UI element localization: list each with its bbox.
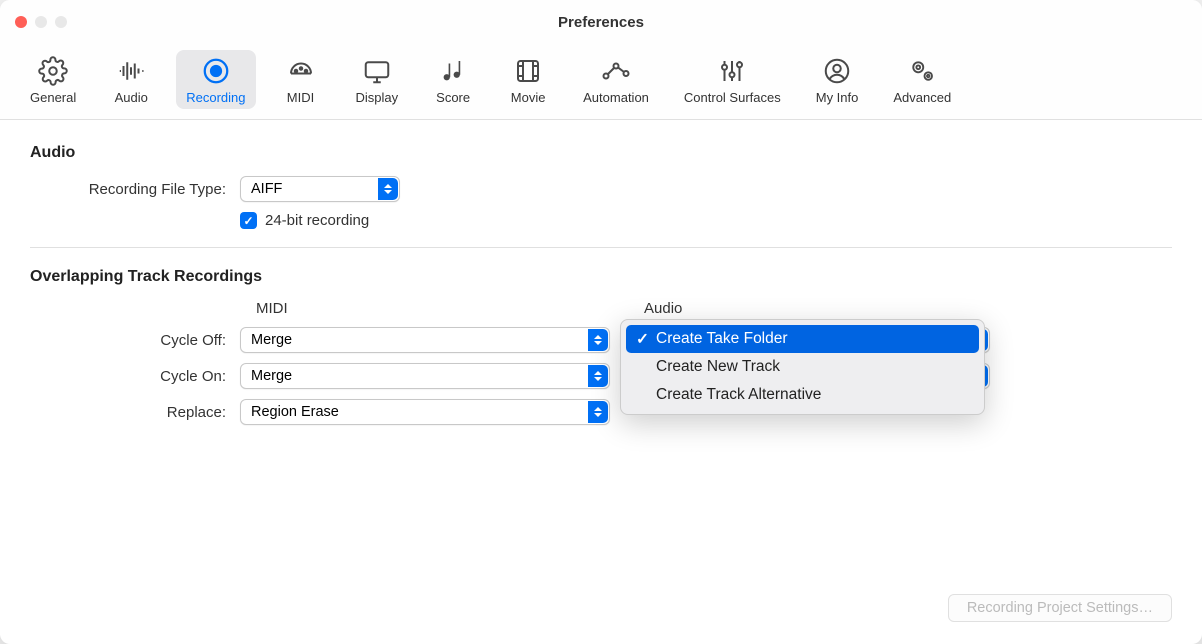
toolbar: General Audio Recording MIDI Display bbox=[0, 44, 1202, 120]
tab-advanced[interactable]: Advanced bbox=[883, 50, 961, 109]
chevron-updown-icon bbox=[378, 178, 398, 200]
replace-midi-select[interactable]: Region Erase bbox=[240, 399, 610, 425]
replace-row: Replace: Region Erase bbox=[30, 399, 1172, 425]
section-audio-title: Audio bbox=[30, 144, 1172, 162]
tab-general[interactable]: General bbox=[20, 50, 86, 109]
cycle-off-label: Cycle Off: bbox=[30, 332, 240, 349]
midi-icon bbox=[284, 54, 318, 88]
divider bbox=[30, 247, 1172, 248]
tab-label: My Info bbox=[816, 90, 859, 105]
tab-label: General bbox=[30, 90, 76, 105]
file-type-row: Recording File Type: AIFF bbox=[30, 176, 1172, 202]
film-icon bbox=[511, 54, 545, 88]
sliders-icon bbox=[715, 54, 749, 88]
select-value: Merge bbox=[251, 332, 292, 348]
file-type-label: Recording File Type: bbox=[30, 181, 240, 198]
dropdown-option-create-track-alternative[interactable]: Create Track Alternative bbox=[626, 381, 979, 409]
record-icon bbox=[199, 54, 233, 88]
gear-icon bbox=[36, 54, 70, 88]
replace-label: Replace: bbox=[30, 404, 240, 421]
cycle-off-midi-select[interactable]: Merge bbox=[240, 327, 610, 353]
tab-label: Audio bbox=[115, 90, 148, 105]
audio-cycle-off-dropdown: Create Take Folder Create New Track Crea… bbox=[620, 319, 985, 415]
titlebar: Preferences bbox=[0, 0, 1202, 44]
tab-label: Control Surfaces bbox=[684, 90, 781, 105]
recording-project-settings-button: Recording Project Settings… bbox=[948, 594, 1172, 622]
cycle-on-midi-select[interactable]: Merge bbox=[240, 363, 610, 389]
tab-automation[interactable]: Automation bbox=[573, 50, 659, 109]
dropdown-option-create-take-folder[interactable]: Create Take Folder bbox=[626, 325, 979, 353]
cycle-on-label: Cycle On: bbox=[30, 368, 240, 385]
waveform-icon bbox=[114, 54, 148, 88]
section-overlapping-title: Overlapping Track Recordings bbox=[30, 268, 1172, 286]
file-type-select[interactable]: AIFF bbox=[240, 176, 400, 202]
tab-label: Score bbox=[436, 90, 470, 105]
bit-depth-label: 24-bit recording bbox=[265, 212, 369, 229]
preferences-window: Preferences General Audio Recording MID bbox=[0, 0, 1202, 644]
user-circle-icon bbox=[820, 54, 854, 88]
tab-label: Automation bbox=[583, 90, 649, 105]
chevron-updown-icon bbox=[588, 365, 608, 387]
chevron-updown-icon bbox=[588, 329, 608, 351]
tab-display[interactable]: Display bbox=[346, 50, 409, 109]
tab-score[interactable]: Score bbox=[423, 50, 483, 109]
tab-audio[interactable]: Audio bbox=[101, 50, 161, 109]
content-area: Audio Recording File Type: AIFF ✓ 24-bit… bbox=[0, 120, 1202, 459]
tab-label: Advanced bbox=[893, 90, 951, 105]
bit-depth-row: ✓ 24-bit recording bbox=[240, 212, 1172, 229]
cycle-on-row: Cycle On: Merge bbox=[30, 363, 1172, 389]
select-value: Region Erase bbox=[251, 404, 339, 420]
file-type-value: AIFF bbox=[251, 181, 282, 197]
window-title: Preferences bbox=[0, 14, 1202, 31]
tab-label: Recording bbox=[186, 90, 245, 105]
bit-depth-checkbox[interactable]: ✓ bbox=[240, 212, 257, 229]
tab-movie[interactable]: Movie bbox=[498, 50, 558, 109]
column-headers: MIDI Audio bbox=[30, 300, 1172, 317]
column-header-audio: Audio bbox=[644, 300, 682, 317]
gears-icon bbox=[905, 54, 939, 88]
tab-label: Display bbox=[356, 90, 399, 105]
select-value: Merge bbox=[251, 368, 292, 384]
monitor-icon bbox=[360, 54, 394, 88]
tab-label: MIDI bbox=[287, 90, 314, 105]
automation-icon bbox=[599, 54, 633, 88]
tab-recording[interactable]: Recording bbox=[176, 50, 255, 109]
tab-label: Movie bbox=[511, 90, 546, 105]
tab-my-info[interactable]: My Info bbox=[806, 50, 869, 109]
tab-midi[interactable]: MIDI bbox=[271, 50, 331, 109]
dropdown-option-create-new-track[interactable]: Create New Track bbox=[626, 353, 979, 381]
column-header-midi: MIDI bbox=[256, 300, 644, 317]
cycle-off-row: Cycle Off: Merge bbox=[30, 327, 1172, 353]
tab-control-surfaces[interactable]: Control Surfaces bbox=[674, 50, 791, 109]
music-notes-icon bbox=[436, 54, 470, 88]
chevron-updown-icon bbox=[588, 401, 608, 423]
